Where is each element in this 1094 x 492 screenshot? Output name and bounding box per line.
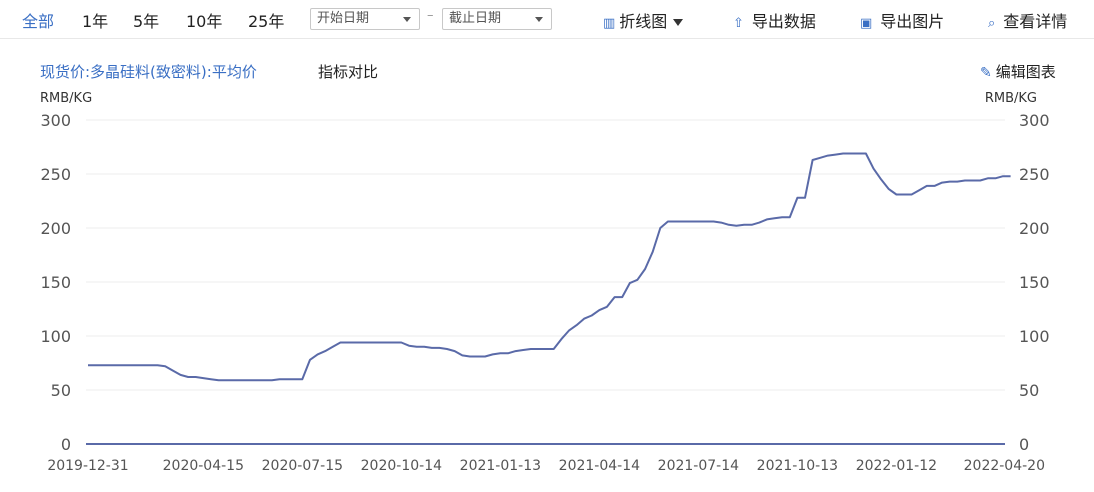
y-tick-label-left: 250 [40,165,71,184]
y-tick-label-left: 150 [40,273,71,292]
y-tick-label-left: 100 [40,327,71,346]
series-line [88,152,1011,382]
price-line-chart: RMB/KG RMB/KG 0 50 100 150 200 250 300 0 50 100 1… [40,91,1050,474]
y-tick-label-left: 50 [51,381,71,400]
x-tick-label: 2021-10-13 [757,458,838,474]
x-tick-label: 2021-07-14 [658,458,739,474]
y-tick-label-right: 250 [1019,165,1050,184]
y-tick-label-left: 200 [40,219,71,238]
x-tick-label: 2020-04-15 [163,458,244,474]
x-tick-label: 2022-01-12 [856,458,937,474]
y-tick-label-right: 100 [1019,327,1050,346]
y-axis-unit-left: RMB/KG [40,91,92,106]
y-tick-label-right: 300 [1019,111,1050,130]
x-tick-label: 2021-01-13 [460,458,541,474]
x-tick-label: 2020-07-15 [262,458,343,474]
y-axis-unit-right: RMB/KG [985,91,1037,106]
y-tick-label-left: 0 [61,435,71,454]
y-tick-label-right: 0 [1019,435,1029,454]
y-tick-label-left: 300 [40,111,71,130]
y-tick-label-right: 200 [1019,219,1050,238]
y-tick-label-right: 150 [1019,273,1050,292]
x-tick-label: 2021-04-14 [559,458,640,474]
x-tick-label: 2022-04-20 [964,458,1045,474]
y-tick-label-right: 50 [1019,381,1039,400]
x-tick-label: 2020-10-14 [361,458,442,474]
x-tick-label: 2019-12-31 [47,458,128,474]
